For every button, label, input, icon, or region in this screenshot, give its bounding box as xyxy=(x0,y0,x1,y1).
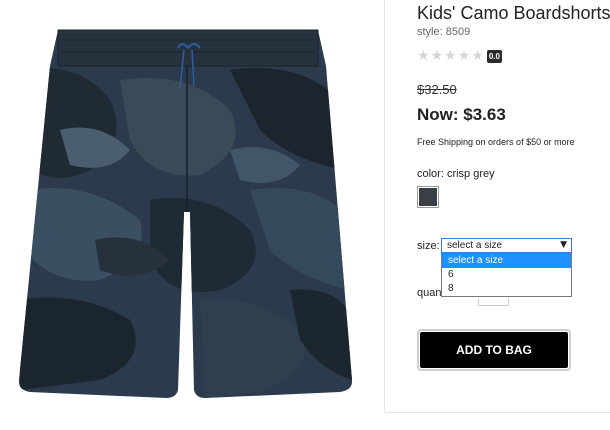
size-option[interactable]: 6 xyxy=(442,268,571,282)
add-to-bag-button-frame: ADD TO BAG xyxy=(417,329,571,371)
vertical-divider xyxy=(384,0,385,412)
size-select[interactable]: select a size ▼ xyxy=(441,238,572,253)
star-icon: ★ xyxy=(444,48,457,64)
swatch-fill xyxy=(419,188,437,206)
sale-price: Now: $3.63 xyxy=(417,105,506,124)
quantity-input[interactable] xyxy=(478,298,509,306)
star-icon: ★ xyxy=(457,48,471,64)
add-to-bag-button[interactable]: ADD TO BAG xyxy=(420,332,568,368)
star-icon: ★ xyxy=(471,48,484,64)
star-icon: ★ xyxy=(417,48,430,64)
color-swatch[interactable] xyxy=(417,186,439,208)
style-number: style: 8509 xyxy=(417,26,471,38)
rating-stars[interactable]: ★ ★ ★ ★ ★ 0.0 xyxy=(417,49,502,63)
shipping-note: Free Shipping on orders of $50 or more xyxy=(417,137,575,147)
size-option[interactable]: select a size xyxy=(442,254,571,268)
shorts-image xyxy=(18,29,353,398)
size-select-value: select a size xyxy=(447,240,503,251)
horizontal-divider xyxy=(385,412,610,413)
product-title: Kids' Camo Boardshorts xyxy=(417,3,610,23)
product-image xyxy=(0,0,384,430)
color-label: color: crisp grey xyxy=(417,168,495,180)
size-option[interactable]: 8 xyxy=(442,282,571,296)
size-label: size: xyxy=(417,240,440,252)
dropdown-arrow-icon: ▼ xyxy=(560,240,567,250)
size-dropdown-list: select a size 6 8 xyxy=(441,253,572,297)
original-price: $32.50 xyxy=(417,82,457,97)
rating-value-badge: 0.0 xyxy=(486,49,502,63)
quantity-label: quan xyxy=(417,287,442,299)
star-icon: ★ xyxy=(430,48,444,64)
